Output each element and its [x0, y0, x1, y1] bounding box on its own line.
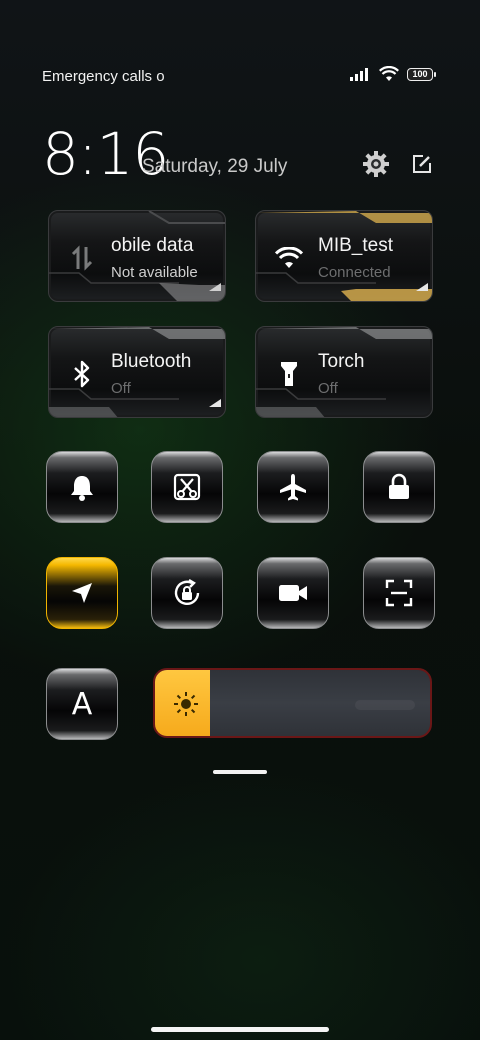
screenshot-icon [173, 473, 201, 501]
toggle-video[interactable] [257, 557, 329, 629]
status-bar: Emergency calls o 100 [0, 0, 480, 110]
wifi-icon [274, 243, 304, 273]
gear-icon [363, 151, 389, 177]
carrier-text: Emergency calls o [42, 68, 165, 85]
battery-icon: 100 [407, 67, 436, 81]
font-label: A [71, 686, 93, 722]
toggle-location[interactable] [46, 557, 118, 629]
tile-mobile-data[interactable]: obile data Not available [48, 210, 226, 302]
bluetooth-icon [67, 359, 97, 389]
airplane-icon [280, 474, 306, 501]
toggle-screenshot[interactable] [151, 451, 223, 523]
brightness-slider[interactable] [153, 668, 432, 738]
font-size-button[interactable]: A [46, 668, 118, 740]
tile-wifi[interactable]: MIB_test Connected [255, 210, 433, 302]
tile-title: obile data [111, 235, 194, 256]
date: Saturday, 29 July [142, 156, 288, 177]
battery-level: 100 [407, 67, 433, 81]
tile-subtitle: Connected [318, 264, 391, 281]
signal-bars-icon [350, 68, 368, 81]
tile-subtitle: Not available [111, 264, 198, 281]
bell-icon [71, 476, 93, 501]
toggle-airplane[interactable] [257, 451, 329, 523]
video-camera-icon [279, 585, 307, 601]
mobile-data-icon [67, 243, 97, 273]
rotation-lock-icon [174, 578, 200, 605]
toggle-bell[interactable] [46, 451, 118, 523]
status-icons: 100 [349, 66, 436, 82]
location-icon [72, 583, 92, 603]
tile-title: Torch [318, 351, 365, 372]
drag-handle[interactable] [213, 770, 267, 774]
toggle-lock[interactable] [363, 451, 435, 523]
torch-icon [274, 359, 304, 389]
edit-button[interactable] [406, 148, 438, 180]
tile-torch[interactable]: Torch Off [255, 326, 433, 418]
tile-subtitle: Off [111, 380, 131, 397]
edit-icon [413, 155, 431, 173]
lock-icon [389, 473, 409, 499]
tile-bluetooth[interactable]: Bluetooth Off [48, 326, 226, 418]
tile-title: Bluetooth [111, 351, 192, 372]
sun-icon [174, 692, 198, 716]
tile-subtitle: Off [318, 380, 338, 397]
settings-button[interactable] [360, 148, 392, 180]
scan-icon [385, 579, 413, 607]
toggle-scan[interactable] [363, 557, 435, 629]
tile-title: MIB_test [318, 235, 393, 256]
wifi-icon [379, 66, 399, 81]
home-indicator[interactable] [151, 1027, 329, 1032]
toggle-rotation-lock[interactable] [151, 557, 223, 629]
